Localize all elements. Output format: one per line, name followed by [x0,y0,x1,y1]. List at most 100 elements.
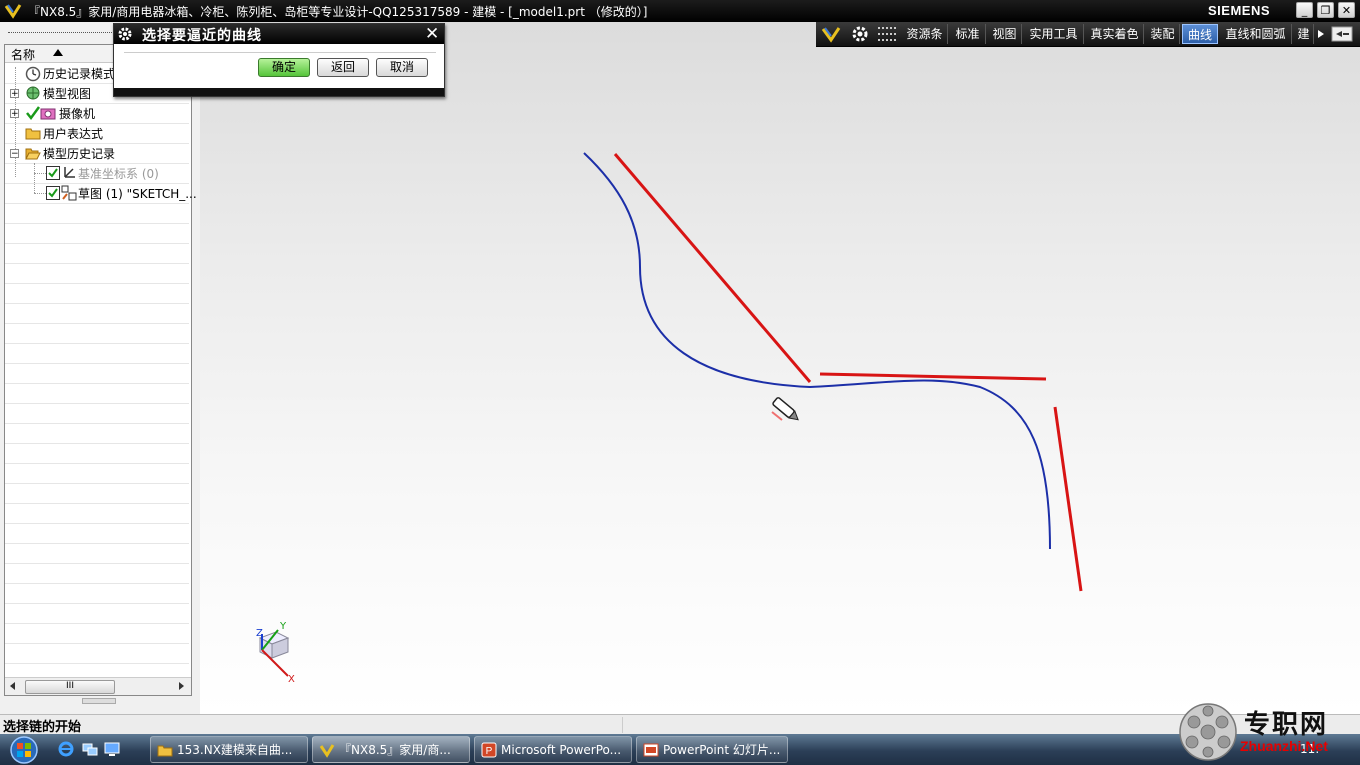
dialog-gear-icon[interactable] [117,26,133,42]
geometry-canvas[interactable] [200,22,1360,714]
checkbox-checked-icon[interactable] [45,165,61,181]
nx-start-icon[interactable] [820,24,842,44]
red-line-2[interactable] [819,372,1047,381]
dialog-title: 选择要逼近的曲线 [142,28,262,44]
triad-y-label: Y [279,621,287,632]
tab-assemblies[interactable]: 装配 [1146,24,1180,44]
checkmark-icon [26,106,41,121]
triad-z-label: Z [256,628,263,639]
navigator-row-line [5,383,189,384]
tree-item-sketch[interactable]: 草图 (1) "SKETCH_... [78,185,197,203]
navigator-row-line [5,343,189,344]
tree-item-model-history[interactable]: 模型历史记录 [43,145,115,163]
tree-item-cameras[interactable]: 摄像机 [59,105,95,123]
windows-taskbar: 153.NX建模来自曲... 『NX8.5』家用/商... P Microsof… [0,734,1360,765]
panel-resize-handle[interactable] [82,698,116,704]
folder-open-icon [25,148,41,160]
navigator-row-line [5,643,189,644]
watermark-logo-text: 专职网 [1244,710,1329,740]
scroll-left-icon[interactable] [10,682,15,690]
navigator-row-line [5,443,189,444]
expand-toggle[interactable]: + [10,89,19,99]
red-line-1[interactable] [613,153,812,383]
scroll-thumb[interactable]: III [25,680,115,694]
navigator-row-line [5,103,189,104]
dialog-divider [124,52,436,53]
close-window-button[interactable]: ✕ [1338,2,1355,18]
powerpoint-icon: P [481,742,497,758]
tree-item-history-mode[interactable]: 历史记录模式 [43,65,115,83]
red-line-3[interactable] [1053,406,1083,592]
folder-icon [25,128,41,140]
expand-toggle[interactable]: + [10,109,19,119]
taskbar-item-label: 153.NX建模来自曲... [177,743,293,757]
watermark-url: Zhuanzhi.Net [1240,738,1328,754]
navigator-row-line [5,503,189,504]
navigator-row-line [5,403,189,404]
tree-connector [34,163,35,193]
gear-icon[interactable] [849,24,871,44]
dialog-header[interactable]: 选择要逼近的曲线 ✕ [114,24,444,44]
tab-utilities[interactable]: 实用工具 [1024,24,1084,44]
scroll-right-icon[interactable] [179,682,184,690]
sort-ascending-icon [53,49,63,56]
ok-button[interactable]: 确定 [258,58,310,77]
network-icon[interactable] [82,741,98,757]
taskbar-item-slideshow[interactable]: PowerPoint 幻灯片... [636,736,788,763]
status-divider [622,717,624,733]
tree-item-model-views[interactable]: 模型视图 [43,85,91,103]
navigator-row-line [5,463,189,464]
tree-item-datum-csys[interactable]: 基准坐标系 (0) [78,165,159,183]
tab-resource-bar[interactable]: 资源条 [902,24,948,44]
navigator-row-line [5,623,189,624]
tab-true-shading[interactable]: 真实着色 [1086,24,1144,44]
collapse-toggle[interactable]: − [10,149,19,159]
navigator-row-line [5,423,189,424]
pencil-cursor-icon [772,397,799,421]
tab-standard[interactable]: 标准 [950,24,986,44]
minimize-button[interactable]: _ [1296,2,1313,18]
restore-button[interactable]: ❐ [1317,2,1334,18]
navigator-horizontal-scrollbar[interactable]: III [5,677,191,695]
ribbon-toolbar: 资源条 标准 视图 实用工具 真实着色 装配 曲线 直线和圆弧 建 [816,22,1360,47]
navigator-row-line [5,603,189,604]
taskbar-item-powerpoint[interactable]: P Microsoft PowerPo... [474,736,632,763]
model-views-icon [26,86,40,100]
navigator-row-line [5,303,189,304]
grid-icon[interactable] [876,24,898,44]
taskbar-item-nx[interactable]: 『NX8.5』家用/商... [312,736,470,763]
folder-icon [157,745,173,757]
windows-start-icon[interactable] [4,735,44,765]
navigator-row-line [5,323,189,324]
blue-spline-curve[interactable] [583,152,1051,550]
tab-view[interactable]: 视图 [988,24,1022,44]
tab-build[interactable]: 建 [1294,24,1314,44]
dialog-footer-bar [114,88,444,96]
chevron-right-icon[interactable] [1314,24,1328,44]
navigator-row-line [5,663,189,664]
navigator-row-line [5,243,189,244]
panel-grip [8,32,112,33]
show-desktop-icon[interactable] [104,741,120,757]
name-column-label: 名称 [11,48,36,62]
internet-explorer-icon[interactable] [58,741,74,757]
tab-curve[interactable]: 曲线 [1182,24,1218,44]
datum-csys-icon [64,167,75,178]
checkbox-checked-icon[interactable] [45,185,61,201]
dialog-close-icon[interactable]: ✕ [425,24,439,44]
svg-text:P: P [486,746,493,757]
part-navigator: 名称 历史记录模式 + 模型视图 + 摄像机 用户表达式 − 模型历史记录 基准… [4,44,197,696]
back-button[interactable]: 返回 [317,58,369,77]
toolbar-options-icon[interactable] [1330,24,1354,44]
cue-line-prompt: 选择链的开始 [3,720,82,735]
graphics-window[interactable]: Z Y X [200,22,1360,714]
tree-item-user-expressions[interactable]: 用户表达式 [43,125,103,143]
tab-lines-arcs[interactable]: 直线和圆弧 [1220,24,1292,44]
view-triad: Z Y X [256,621,295,685]
taskbar-item-folder[interactable]: 153.NX建模来自曲... [150,736,308,763]
navigator-row-line [5,143,189,144]
navigator-row-line [5,263,189,264]
navigator-row-line [5,563,189,564]
cancel-button[interactable]: 取消 [376,58,428,77]
cursor-red-mark [771,411,783,421]
